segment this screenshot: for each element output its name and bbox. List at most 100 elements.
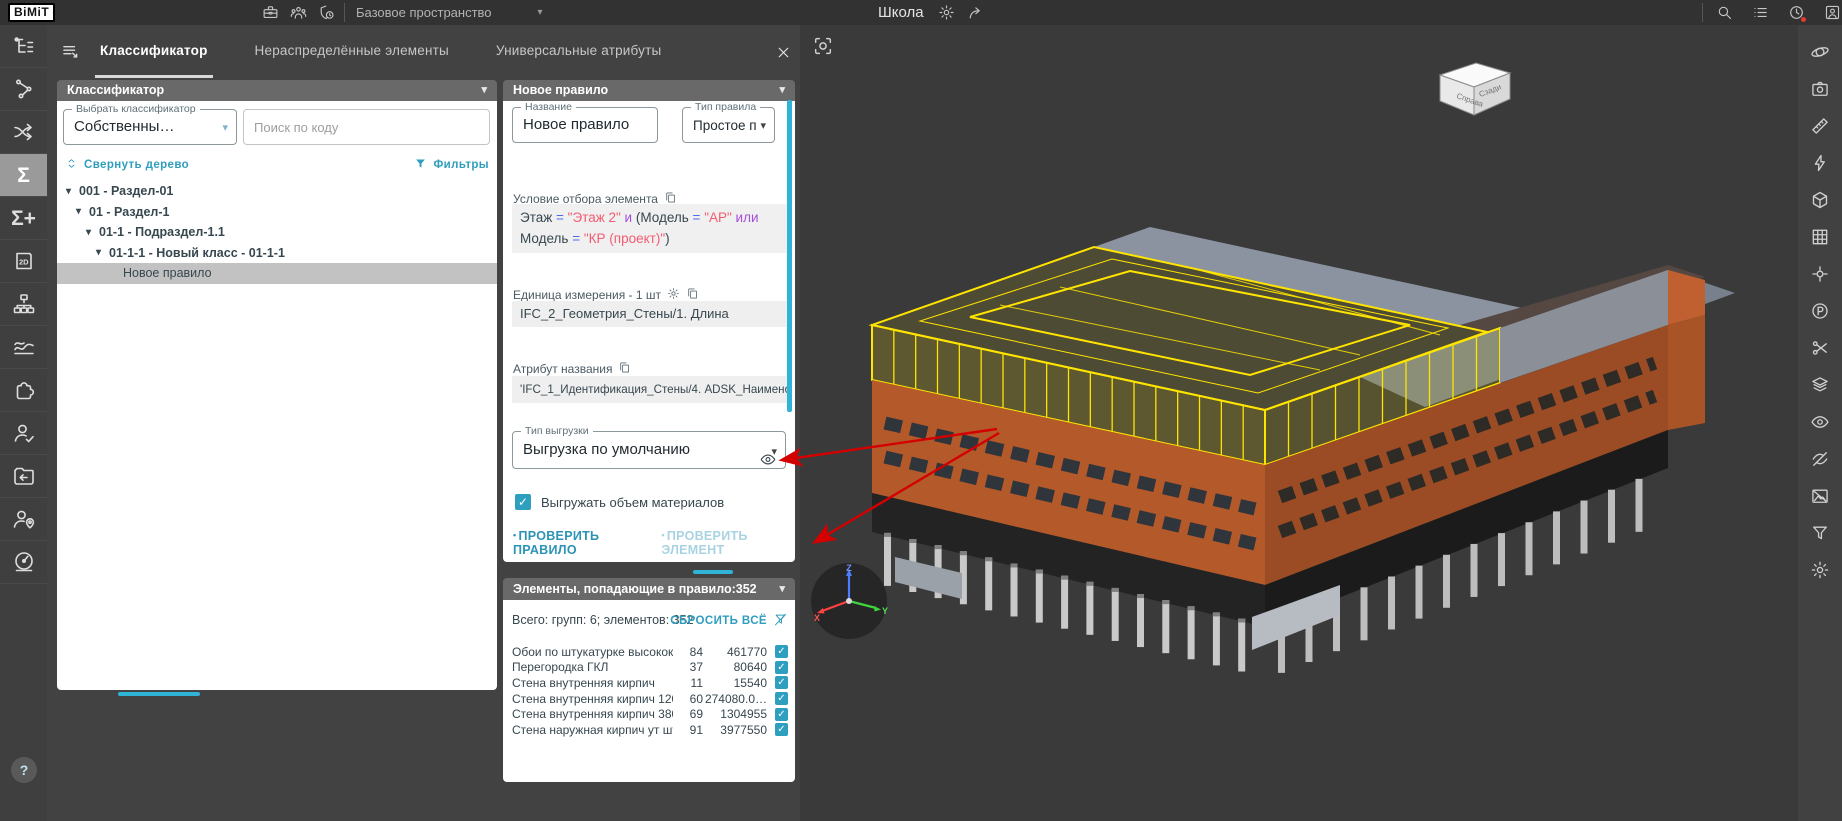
- sheet-2d-button[interactable]: 2D: [0, 240, 47, 283]
- tree-item-label: 001 - Раздел-01: [79, 184, 173, 198]
- folder-export-button[interactable]: [0, 455, 47, 498]
- help-button[interactable]: ?: [11, 757, 37, 783]
- measure-button[interactable]: [1798, 107, 1842, 144]
- project-title: Школа: [878, 4, 924, 21]
- settings-button[interactable]: [1798, 551, 1842, 588]
- classifier-select[interactable]: Выбрать классификатор Собственны… ▾: [63, 109, 237, 145]
- table-row[interactable]: Стена внутренняя кирпич 120 шт-шт6027408…: [503, 691, 795, 707]
- attr-value[interactable]: 'IFC_1_Идентификация_Стены/4. ADSK_Наиме…: [512, 376, 788, 403]
- cube-button[interactable]: [1798, 181, 1842, 218]
- collapse-tree-button[interactable]: Свернуть дерево: [65, 157, 189, 173]
- image-off-button[interactable]: [1798, 477, 1842, 514]
- app-logo[interactable]: BiMiT: [8, 3, 55, 22]
- briefcase-icon[interactable]: [262, 4, 279, 21]
- eye-off-button[interactable]: [1798, 440, 1842, 477]
- classifier-horizontal-scrollbar[interactable]: [118, 692, 200, 696]
- right-toolbar: [1798, 25, 1842, 821]
- rule-type-label: Тип правила: [691, 101, 760, 114]
- group-checkbox[interactable]: ✓: [775, 676, 788, 689]
- group-checkbox[interactable]: ✓: [775, 645, 788, 658]
- group-checkbox[interactable]: ✓: [775, 723, 788, 736]
- account-icon[interactable]: [1824, 4, 1841, 21]
- p-marker-button[interactable]: [1798, 292, 1842, 329]
- reset-all-button[interactable]: СБРОСИТЬ ВСЁ: [670, 612, 788, 630]
- dashboard-button[interactable]: [0, 541, 47, 584]
- axis-gizmo[interactable]: Z X Y: [809, 561, 889, 641]
- charts-button[interactable]: [0, 326, 47, 369]
- code-search-input[interactable]: [243, 109, 490, 145]
- eye-button[interactable]: [1798, 403, 1842, 440]
- collapse-panel-icon[interactable]: ▾: [481, 80, 487, 101]
- filters-button[interactable]: Фильтры: [414, 157, 489, 173]
- layers-button[interactable]: [1798, 366, 1842, 403]
- search-icon[interactable]: [1716, 4, 1733, 21]
- condition-token: =: [556, 210, 568, 225]
- grid-button[interactable]: [1798, 218, 1842, 255]
- group-checkbox[interactable]: ✓: [775, 661, 788, 674]
- share-icon[interactable]: [967, 4, 984, 21]
- tree-item[interactable]: ▾01-1 - Подраздел-1.1: [57, 222, 497, 243]
- panel-menu-icon[interactable]: [60, 41, 81, 62]
- tree-item[interactable]: ▾01 - Раздел-1: [57, 202, 497, 223]
- notifications-icon[interactable]: [1788, 4, 1805, 21]
- section-view-button[interactable]: [1798, 70, 1842, 107]
- rule-type-select[interactable]: Тип правила Простое прав… ▾: [682, 107, 775, 143]
- copy-icon[interactable]: [618, 361, 631, 377]
- table-row[interactable]: Стена внутренняя кирпич1115540✓: [503, 675, 795, 691]
- group-checkbox[interactable]: ✓: [775, 708, 788, 721]
- tab-1[interactable]: Классификатор: [95, 25, 213, 78]
- tab-2[interactable]: Нераспределённые элементы: [250, 25, 454, 78]
- tree-caret-icon[interactable]: ▾: [86, 227, 91, 238]
- plugins-button[interactable]: [0, 369, 47, 412]
- tree-item[interactable]: ▾01-1-1 - Новый класс - 01-1-1: [57, 243, 497, 264]
- show-elements-eye-icon[interactable]: [757, 451, 779, 468]
- selection-button[interactable]: [0, 68, 47, 111]
- org-chart-button[interactable]: [0, 283, 47, 326]
- sigma-button[interactable]: Σ: [0, 154, 47, 197]
- focus-button[interactable]: [1798, 255, 1842, 292]
- user-check-button[interactable]: [0, 412, 47, 455]
- tree-caret-icon[interactable]: ▾: [66, 186, 71, 197]
- rule-panel-scrollbar[interactable]: [787, 100, 792, 412]
- group-checkbox[interactable]: ✓: [775, 692, 788, 705]
- flash-button[interactable]: [1798, 144, 1842, 181]
- rule-panel-horizontal-scrollbar[interactable]: [693, 570, 733, 574]
- tree-caret-icon[interactable]: ▾: [76, 206, 81, 217]
- filter-outline-button[interactable]: [1798, 514, 1842, 551]
- collapse-panel-icon[interactable]: ▾: [779, 80, 785, 101]
- team-icon[interactable]: [290, 4, 307, 21]
- close-icon[interactable]: [775, 44, 792, 61]
- condition-expression[interactable]: Этаж = "Этаж 2" и (Модель = "АР" или Мод…: [512, 204, 788, 253]
- check-element-button[interactable]: ПРОВЕРИТЬ ЭЛЕМЕНТ: [661, 529, 795, 557]
- building-model[interactable]: [800, 25, 1842, 821]
- check-rule-button[interactable]: ПРОВЕРИТЬ ПРАВИЛО: [513, 529, 647, 557]
- view-cube[interactable]: Справа Сзади: [1432, 57, 1516, 121]
- sigma-plus-button[interactable]: Σ+: [0, 197, 47, 240]
- table-row[interactable]: Стена внутренняя кирпич 380 шт-шт6913049…: [503, 706, 795, 722]
- table-row[interactable]: Обои по штукатурке высококачественной844…: [503, 644, 795, 660]
- tree-caret-icon[interactable]: ▾: [96, 247, 101, 258]
- viewport-3d[interactable]: Справа Сзади Z X Y: [800, 25, 1842, 821]
- model-tree-button[interactable]: [0, 25, 47, 68]
- upload-type-select[interactable]: Тип выгрузки Выгрузка по умолчанию ▾: [512, 431, 786, 469]
- section-cut-button[interactable]: [1798, 329, 1842, 366]
- filter-icon: [414, 157, 427, 173]
- menu-list-icon[interactable]: [1752, 4, 1769, 21]
- export-materials-checkbox[interactable]: ✓: [515, 494, 531, 510]
- unit-value[interactable]: IFC_2_Геометрия_Стены/1. Длина: [512, 301, 788, 327]
- shuffle-button[interactable]: [0, 111, 47, 154]
- user-location-button[interactable]: [0, 498, 47, 541]
- tab-3[interactable]: Универсальные атрибуты: [491, 25, 667, 78]
- fit-view-icon[interactable]: [812, 35, 834, 57]
- orbit-button[interactable]: [1798, 33, 1842, 70]
- tree-item[interactable]: Новое правило: [57, 263, 497, 284]
- settings-icon[interactable]: [938, 4, 955, 21]
- workspace-selector[interactable]: Базовое пространство ▾: [356, 0, 543, 25]
- shield-user-icon[interactable]: [318, 4, 335, 21]
- collapse-panel-icon[interactable]: ▾: [779, 578, 785, 600]
- table-row[interactable]: Стена наружная кирпич ут шт-шт913977550✓: [503, 722, 795, 738]
- rule-name-field[interactable]: Название Новое правило: [512, 107, 658, 143]
- tree-item[interactable]: ▾ 001 - Раздел-01: [57, 181, 497, 202]
- plugins-icon: [12, 378, 36, 402]
- table-row[interactable]: Перегородка ГКЛ3780640✓: [503, 660, 795, 676]
